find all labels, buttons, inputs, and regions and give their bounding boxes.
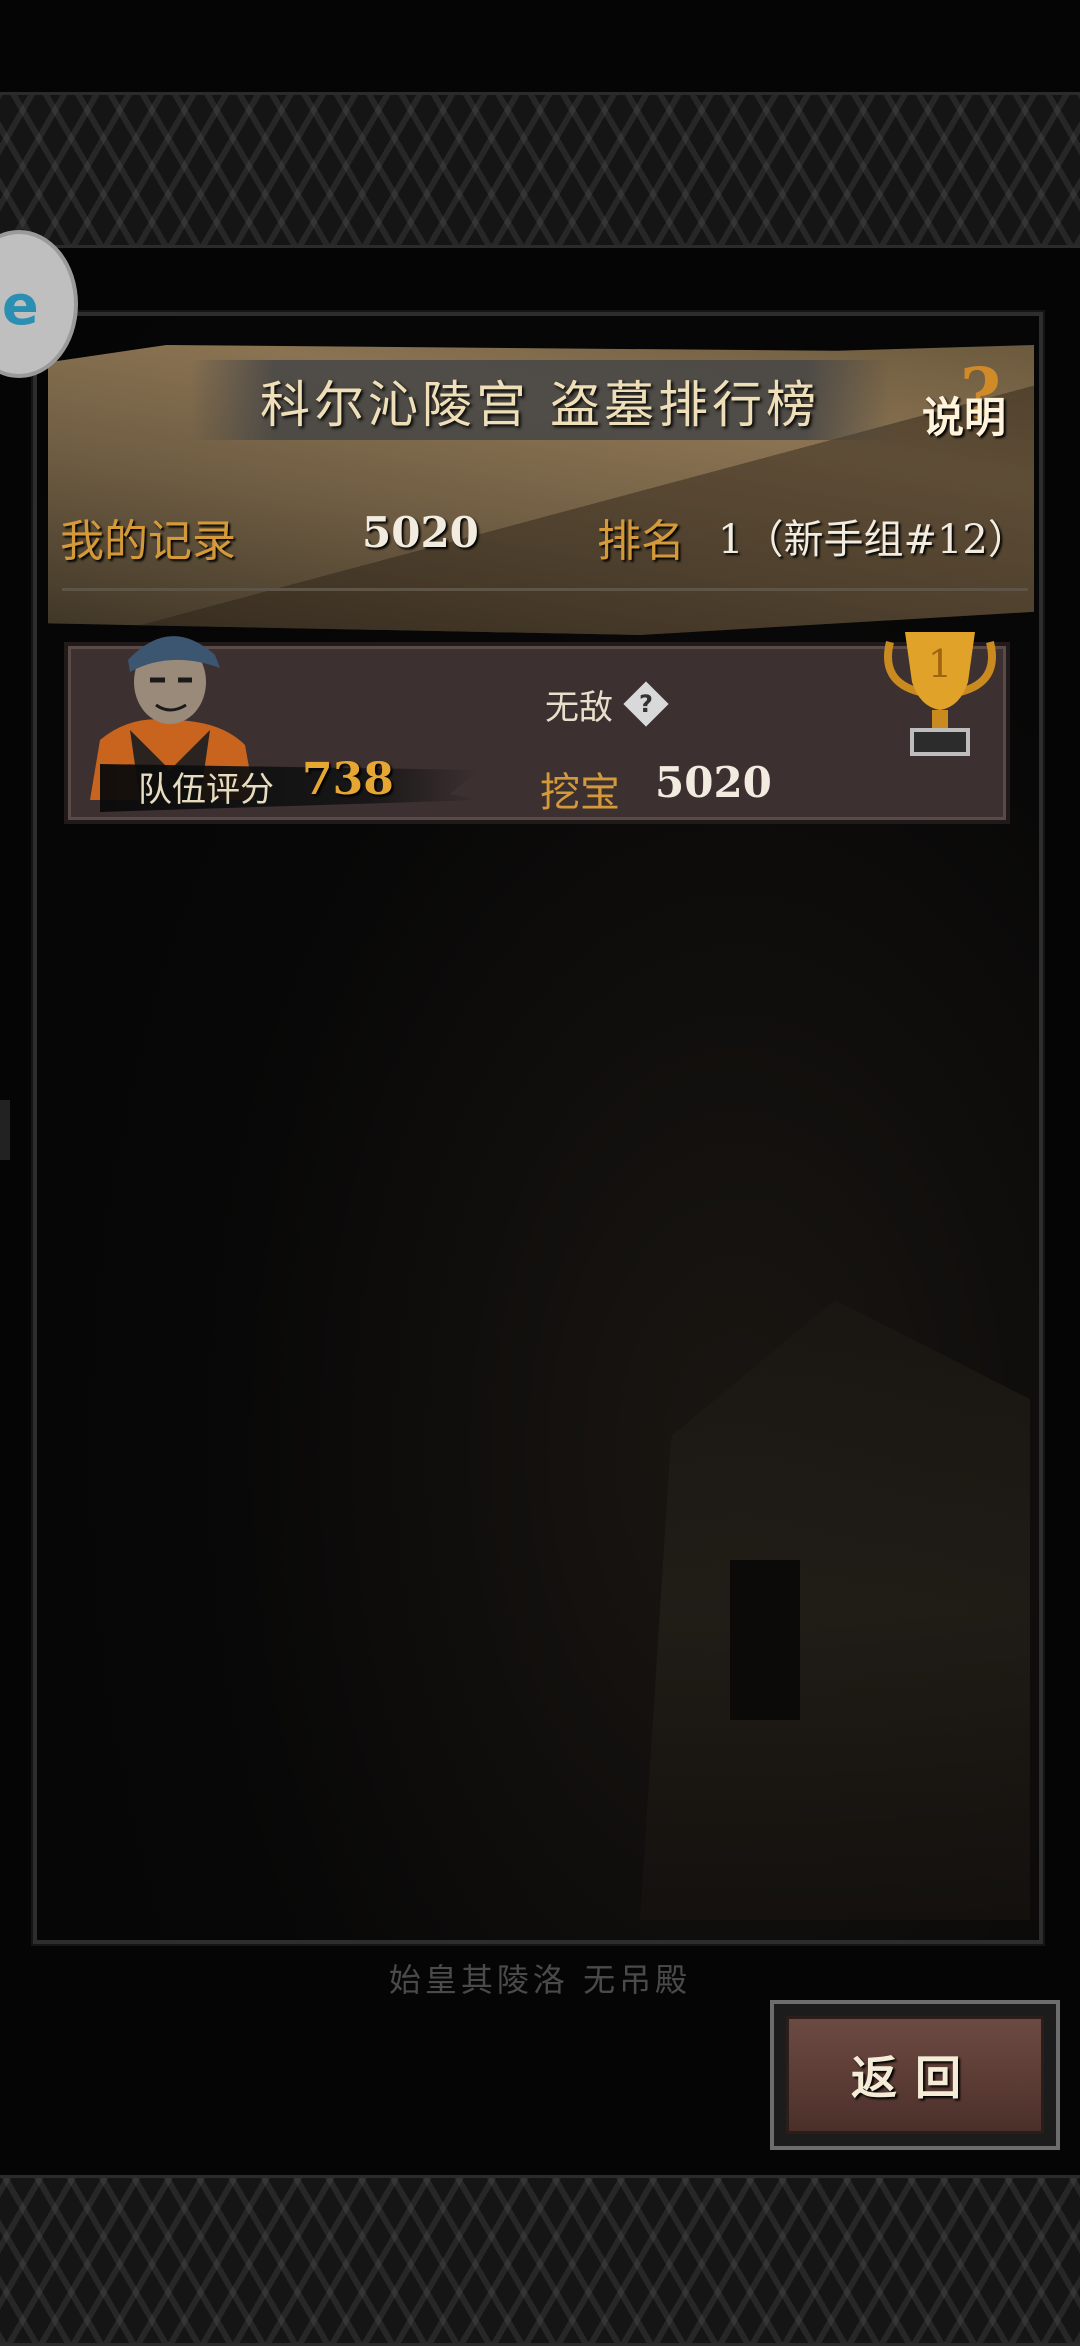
background-ruin-door: [730, 1560, 800, 1720]
top-border-band: [0, 92, 1080, 248]
player-title: 无敌: [545, 688, 613, 728]
help-button[interactable]: ? 说明: [920, 352, 1040, 452]
my-record-value: 5020: [362, 508, 479, 557]
floating-icon-text: e: [2, 274, 39, 337]
scene-caption: 始皇其陵洛 无吊殿: [388, 1961, 692, 1999]
team-score-label: 队伍评分: [138, 770, 274, 810]
trophy-rank: 1: [928, 642, 952, 686]
dig-label: 挖宝: [540, 770, 620, 816]
dig-value: 5020: [655, 758, 772, 807]
rank-value: 1（新手组#12）: [718, 517, 1028, 563]
back-button[interactable]: 返回: [786, 2016, 1044, 2134]
gold-trophy-icon: 1: [884, 632, 996, 756]
rank-label: 排名: [597, 516, 685, 567]
page-title: 科尔沁陵宫 盗墓排行榜: [260, 376, 820, 434]
header-divider: [62, 588, 1028, 591]
my-record-label: 我的记录: [60, 516, 236, 567]
side-edge-handle[interactable]: [0, 1100, 10, 1160]
team-score-value: 738: [302, 754, 394, 805]
bottom-border-band: [0, 2175, 1080, 2346]
info-diamond-icon[interactable]: ?: [623, 681, 669, 727]
help-label: 说明: [922, 393, 1007, 442]
